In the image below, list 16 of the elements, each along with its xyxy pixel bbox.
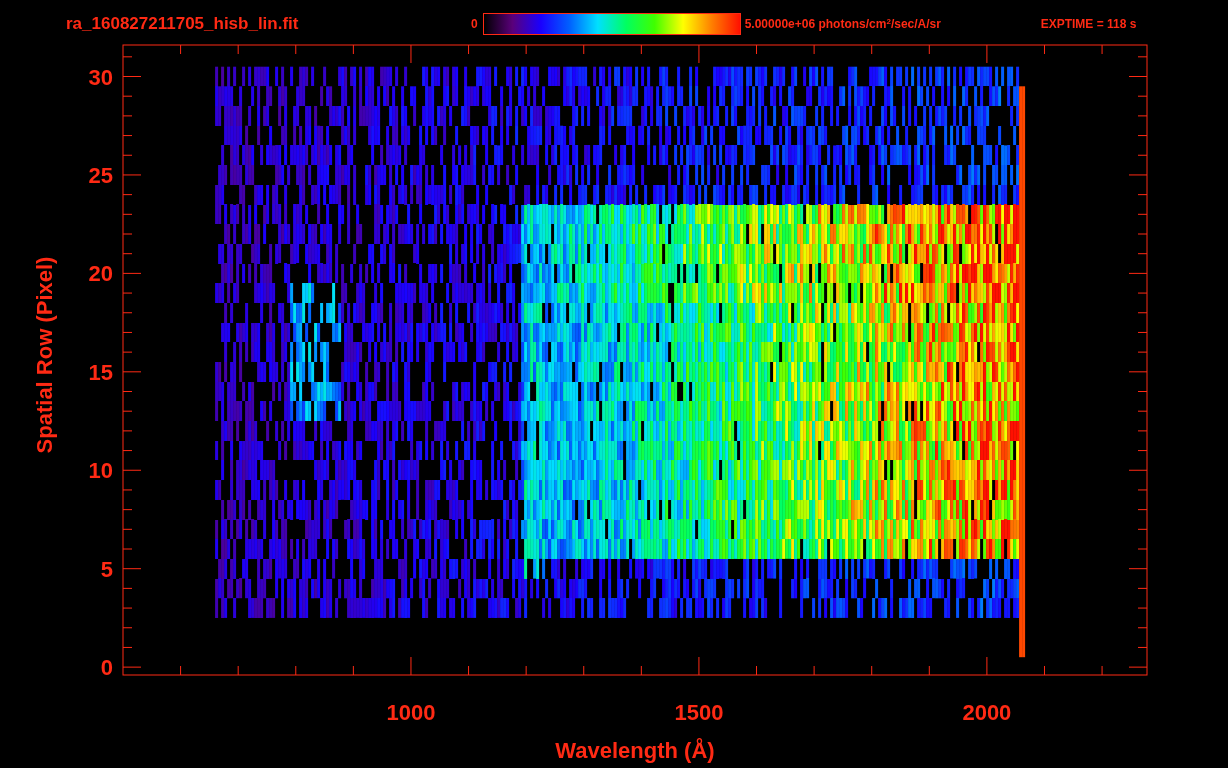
x-tick-label: 1500 (674, 700, 724, 725)
y-tick-label: 20 (88, 261, 113, 287)
colorbar-max-label: 5.00000e+06 photons/cm$^{2}$/sec/A/sr (744, 16, 942, 33)
x-tick-label: 2000 (962, 700, 1012, 725)
y-axis-label: Spatial Row (Pixel) (32, 256, 57, 454)
y-tick-label: 5 (100, 556, 113, 582)
y-tick-label: 0 (100, 655, 113, 681)
y-tick-label: 10 (88, 458, 113, 484)
y-tick-label: 15 (88, 359, 113, 385)
y-tick-label: 30 (88, 64, 113, 90)
y-tick-label: 25 (88, 162, 113, 188)
exposure-time: EXPTIME = 118 s (1040, 16, 1137, 33)
x-axis-label: Wavelength (Å) (555, 738, 715, 763)
file-title: ra_160827211705_hisb_lin.fit (66, 13, 300, 36)
x-tick-label: 1000 (386, 700, 436, 725)
colorbar-min-label: 0 (471, 16, 478, 33)
